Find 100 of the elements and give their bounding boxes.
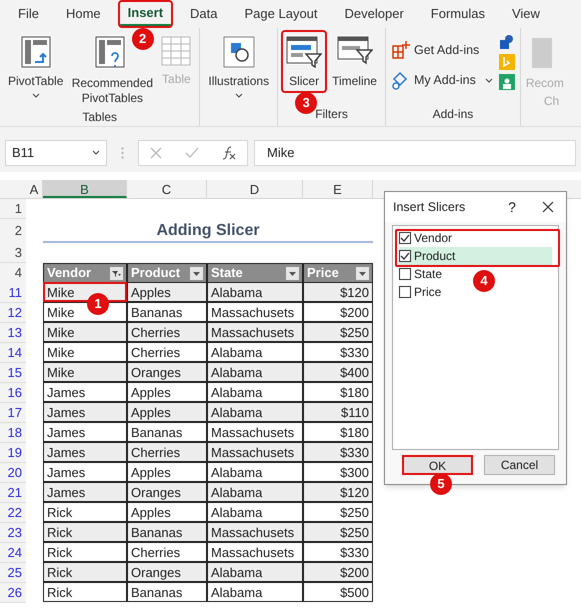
- group-label: Filters: [315, 106, 348, 123]
- dialog-button[interactable]: Cancel: [484, 455, 555, 475]
- table-cell: Massachusets: [207, 522, 303, 542]
- row-header: 12: [0, 303, 26, 323]
- table-cell: Alabama: [207, 362, 303, 382]
- table-cell: Mike: [43, 362, 127, 382]
- step-badge: 5: [430, 473, 452, 495]
- checkbox[interactable]: [399, 250, 411, 262]
- add-ins-icon: [390, 40, 411, 60]
- row-header: 2: [0, 219, 26, 243]
- table-cell: James: [43, 442, 127, 462]
- table-cell: $250: [303, 522, 373, 542]
- table-cell: $200: [303, 302, 373, 322]
- sheet-title: Adding Slicer: [43, 219, 373, 243]
- filter-dropdown-icon[interactable]: [110, 266, 123, 280]
- table-cell: Rick: [43, 582, 127, 602]
- row-header: 23: [0, 523, 26, 543]
- people-graph-icon: [498, 74, 515, 90]
- table-cell: Bananas: [127, 302, 207, 322]
- table-cell: Apples: [127, 282, 207, 302]
- table-cell: $200: [303, 562, 373, 582]
- table-cell: $330: [303, 542, 373, 562]
- table-header-cell: Vendor: [43, 263, 127, 283]
- table-cell: Rick: [43, 522, 127, 542]
- table-cell: Cherries: [127, 442, 207, 462]
- column-header[interactable]: D: [207, 180, 303, 198]
- filter-dropdown-icon[interactable]: [190, 266, 203, 280]
- table-cell: Alabama: [207, 482, 303, 502]
- dialog-button[interactable]: OK: [402, 455, 473, 475]
- table-cell: Alabama: [207, 402, 303, 422]
- ribbon-tab[interactable]: Insert: [120, 2, 172, 26]
- checkbox[interactable]: [399, 286, 411, 298]
- ribbon-button[interactable]: PivotTable: [5, 32, 66, 100]
- shapes-icon: [222, 36, 255, 68]
- row-header: 13: [0, 323, 26, 343]
- ribbon-tab[interactable]: Page Layout: [236, 2, 326, 26]
- table-cell: Alabama: [207, 282, 303, 302]
- table-cell: Alabama: [207, 382, 303, 402]
- field-item[interactable]: State: [399, 265, 442, 283]
- ribbon-button[interactable]: Illustrations: [205, 32, 272, 100]
- table-header-cell: Product: [127, 263, 207, 283]
- ribbon-tab[interactable]: Data: [182, 2, 226, 26]
- table-cell: Apples: [127, 462, 207, 482]
- row-header: 15: [0, 363, 26, 383]
- table-cell: $120: [303, 282, 373, 302]
- table-cell: Alabama: [207, 462, 303, 482]
- ribbon-tab[interactable]: File: [10, 2, 47, 26]
- table-cell: Massachusets: [207, 302, 303, 322]
- table-cell: Apples: [127, 502, 207, 522]
- checkbox[interactable]: [399, 268, 411, 280]
- table-cell: James: [43, 462, 127, 482]
- help-button[interactable]: ?: [500, 196, 524, 218]
- row-header: 22: [0, 503, 26, 523]
- column-header[interactable]: C: [127, 180, 207, 198]
- ribbon-label: Recom: [526, 75, 564, 92]
- table-cell: Cherries: [127, 322, 207, 342]
- field-item[interactable]: Price: [399, 283, 442, 301]
- function-icon[interactable]: [222, 146, 236, 160]
- column-header[interactable]: B: [43, 180, 127, 198]
- table-cell: $500: [303, 582, 373, 602]
- ribbon-button[interactable]: Slicer: [283, 32, 326, 91]
- table-cell: Rick: [43, 502, 127, 522]
- table-cell: Cherries: [127, 342, 207, 362]
- filter-dropdown-icon[interactable]: [286, 266, 299, 280]
- check-icon[interactable]: [184, 146, 199, 158]
- table-cell: $120: [303, 482, 373, 502]
- table-cell: Alabama: [207, 502, 303, 522]
- table-cell: Oranges: [127, 362, 207, 382]
- ribbon-tab[interactable]: Formulas: [422, 2, 493, 26]
- ribbon-button[interactable]: Timeline: [329, 32, 380, 91]
- table-cell: Bananas: [127, 522, 207, 542]
- row-header: 11: [0, 283, 26, 303]
- ribbon-button[interactable]: My Add-ins: [390, 70, 493, 90]
- table-cell: Alabama: [207, 342, 303, 362]
- dialog-title: Insert Slicers: [393, 198, 466, 216]
- filter-dropdown-icon[interactable]: [356, 266, 369, 280]
- table-cell: Apples: [127, 382, 207, 402]
- field-item[interactable]: Vendor: [399, 229, 452, 247]
- ribbon-button[interactable]: Get Add-ins: [390, 40, 493, 60]
- ribbon-tab[interactable]: Home: [58, 2, 109, 26]
- row-header: 18: [0, 423, 26, 443]
- table-cell: Bananas: [127, 582, 207, 602]
- field-item[interactable]: Product: [399, 247, 552, 265]
- checkbox[interactable]: [399, 232, 411, 244]
- table-cell: Oranges: [127, 562, 207, 582]
- group-label: Add-ins: [432, 106, 474, 123]
- row-header: 26: [0, 583, 26, 603]
- table-cell: Mike: [43, 322, 127, 342]
- formula-field[interactable]: Mike: [254, 140, 576, 166]
- caret-icon: [92, 150, 100, 155]
- name-box[interactable]: B11: [5, 140, 107, 166]
- table-cell: Mike: [43, 342, 127, 362]
- table-cell: $250: [303, 502, 373, 522]
- ribbon-tab[interactable]: Developer: [336, 2, 412, 26]
- close-icon[interactable]: [542, 201, 554, 213]
- column-header[interactable]: E: [303, 180, 373, 198]
- row-header: 21: [0, 483, 26, 503]
- ribbon-tab[interactable]: View: [504, 2, 548, 26]
- table-cell: Apples: [127, 402, 207, 422]
- pivot-table-icon: [20, 36, 51, 68]
